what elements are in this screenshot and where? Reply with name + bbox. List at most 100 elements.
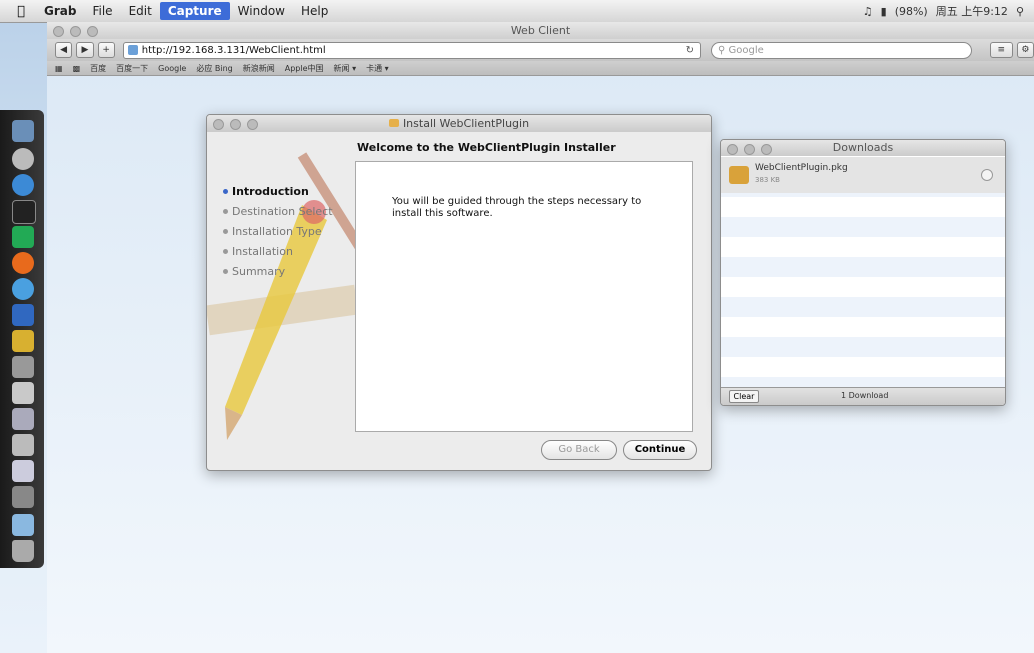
tool-icon[interactable] — [12, 382, 34, 404]
printer-icon[interactable] — [12, 486, 34, 508]
bookmark-6[interactable]: Apple中国 — [285, 63, 324, 74]
zoom-icon[interactable] — [247, 119, 258, 130]
installer-titlebar: Install WebClientPlugin — [207, 115, 711, 132]
download-item[interactable]: WebClientPlugin.pkg 383 KB — [721, 157, 1005, 193]
itunes-icon[interactable] — [12, 174, 34, 196]
safari-icon[interactable] — [12, 278, 34, 300]
menu-window[interactable]: Window — [230, 2, 293, 20]
go-back-button[interactable]: Go Back — [541, 440, 617, 460]
download-size: 383 KB — [755, 176, 780, 184]
add-bookmark-icon[interactable]: + — [97, 42, 115, 58]
downloads-window-controls — [727, 144, 772, 155]
reveal-in-finder-icon[interactable] — [981, 169, 993, 181]
step-label: Installation Type — [232, 224, 322, 238]
bookmark-7[interactable]: 新闻 ▾ — [334, 63, 357, 74]
installer-body-text: You will be guided through the steps nec… — [392, 196, 642, 219]
step-label: Installation — [232, 244, 293, 258]
spotlight-icon[interactable]: ⚲ — [1016, 5, 1024, 18]
step-label: Destination Select — [232, 204, 333, 218]
dock — [0, 110, 44, 568]
installer-content: You will be guided through the steps nec… — [355, 161, 693, 432]
search-placeholder: Google — [728, 44, 764, 56]
bookmark-2[interactable]: 百度一下 — [116, 63, 148, 74]
clock[interactable]: 周五 上午9:12 — [936, 3, 1008, 19]
terminal-icon[interactable] — [12, 200, 36, 224]
minimize-icon[interactable] — [70, 26, 81, 37]
xcode-icon[interactable] — [12, 304, 34, 326]
zoom-icon[interactable] — [761, 144, 772, 155]
installer-title: Install WebClientPlugin — [402, 117, 530, 130]
menu-grab[interactable]: Grab — [36, 2, 84, 20]
app-icon[interactable] — [12, 408, 34, 430]
installer-window: Install WebClientPlugin Welcome to the W… — [206, 114, 712, 471]
search-icon: ⚲ — [718, 44, 729, 56]
menu-file[interactable]: File — [84, 2, 120, 20]
preview-icon[interactable] — [12, 356, 34, 378]
menu-edit[interactable]: Edit — [121, 2, 160, 20]
settings-icon[interactable]: ⚙ — [1016, 42, 1034, 58]
menu-extras: ♫ ▮ (98%) 周五 上午9:12 ⚲ — [863, 3, 1034, 19]
forward-icon[interactable]: ▶ — [76, 42, 94, 58]
step-current-icon — [223, 188, 228, 194]
url-text[interactable]: http://192.168.3.131/WebClient.html — [142, 45, 326, 56]
bookmark-1[interactable]: 百度 — [90, 63, 106, 74]
search-field[interactable]: ⚲ Google — [711, 41, 972, 59]
close-icon[interactable] — [53, 26, 64, 37]
top-sites-icon[interactable]: ▩ — [73, 64, 81, 73]
bookmark-3[interactable]: Google — [158, 64, 186, 73]
grab-icon[interactable] — [12, 434, 34, 456]
download-name: WebClientPlugin.pkg — [755, 163, 848, 173]
downloads-window: Downloads WebClientPlugin.pkg 383 KB Cle… — [720, 139, 1006, 406]
utility-icon[interactable] — [12, 330, 34, 352]
step-introduction: Introduction — [223, 181, 333, 201]
finder-icon[interactable] — [12, 120, 34, 142]
trash-icon[interactable] — [12, 540, 34, 562]
close-icon[interactable] — [213, 119, 224, 130]
step-bullet-icon — [223, 268, 228, 274]
step-bullet-icon — [223, 228, 228, 234]
menu-help[interactable]: Help — [293, 2, 336, 20]
step-installation: Installation — [223, 241, 333, 261]
menu-capture[interactable]: Capture — [159, 2, 230, 20]
script-icon[interactable] — [12, 460, 34, 482]
download-count: 1 Download — [841, 391, 889, 400]
close-icon[interactable] — [727, 144, 738, 155]
downloads-title: Downloads — [832, 141, 894, 154]
apple-menu-icon[interactable]:  — [6, 4, 36, 19]
continue-button[interactable]: Continue — [623, 440, 697, 460]
step-bullet-icon — [223, 208, 228, 214]
bookmark-8[interactable]: 卡通 ▾ — [366, 63, 389, 74]
step-label: Introduction — [232, 184, 309, 198]
installer-window-controls — [213, 119, 258, 130]
installer-steps: Introduction Destination Select Installa… — [223, 181, 333, 281]
firefox-icon[interactable] — [12, 252, 34, 274]
step-label: Summary — [232, 264, 286, 278]
browser-toolbar: ◀ ▶ + http://192.168.3.131/WebClient.htm… — [47, 39, 1034, 61]
page-menu-icon[interactable]: ≡ — [989, 42, 1013, 58]
page-icon — [127, 45, 138, 55]
browser-titlebar: Web Client — [47, 22, 1034, 39]
bookmark-5[interactable]: 新浪新闻 — [243, 63, 275, 74]
step-bullet-icon — [223, 248, 228, 254]
bookmarks-book-icon[interactable]: ▦ — [55, 64, 63, 73]
step-destination: Destination Select — [223, 201, 333, 221]
minimize-icon[interactable] — [744, 144, 755, 155]
monitor-icon[interactable] — [12, 226, 34, 248]
clear-button[interactable]: Clear — [729, 390, 759, 403]
package-icon — [388, 119, 399, 127]
browser-title: Web Client — [510, 24, 571, 37]
step-summary: Summary — [223, 261, 333, 281]
bookmark-4[interactable]: 必应 Bing — [196, 63, 232, 74]
minimize-icon[interactable] — [230, 119, 241, 130]
reload-icon[interactable]: ↻ — [686, 45, 694, 56]
downloads-list: WebClientPlugin.pkg 383 KB — [721, 157, 1005, 387]
zoom-icon[interactable] — [87, 26, 98, 37]
address-bar[interactable]: http://192.168.3.131/WebClient.html ↻ — [122, 41, 702, 59]
step-installation-type: Installation Type — [223, 221, 333, 241]
battery-icon[interactable]: ▮ — [881, 5, 887, 18]
back-icon[interactable]: ◀ — [55, 42, 73, 58]
clock-icon[interactable] — [12, 148, 34, 170]
volume-icon[interactable]: ♫ — [863, 5, 873, 18]
window-controls — [53, 26, 98, 37]
folder-icon[interactable] — [12, 514, 34, 536]
